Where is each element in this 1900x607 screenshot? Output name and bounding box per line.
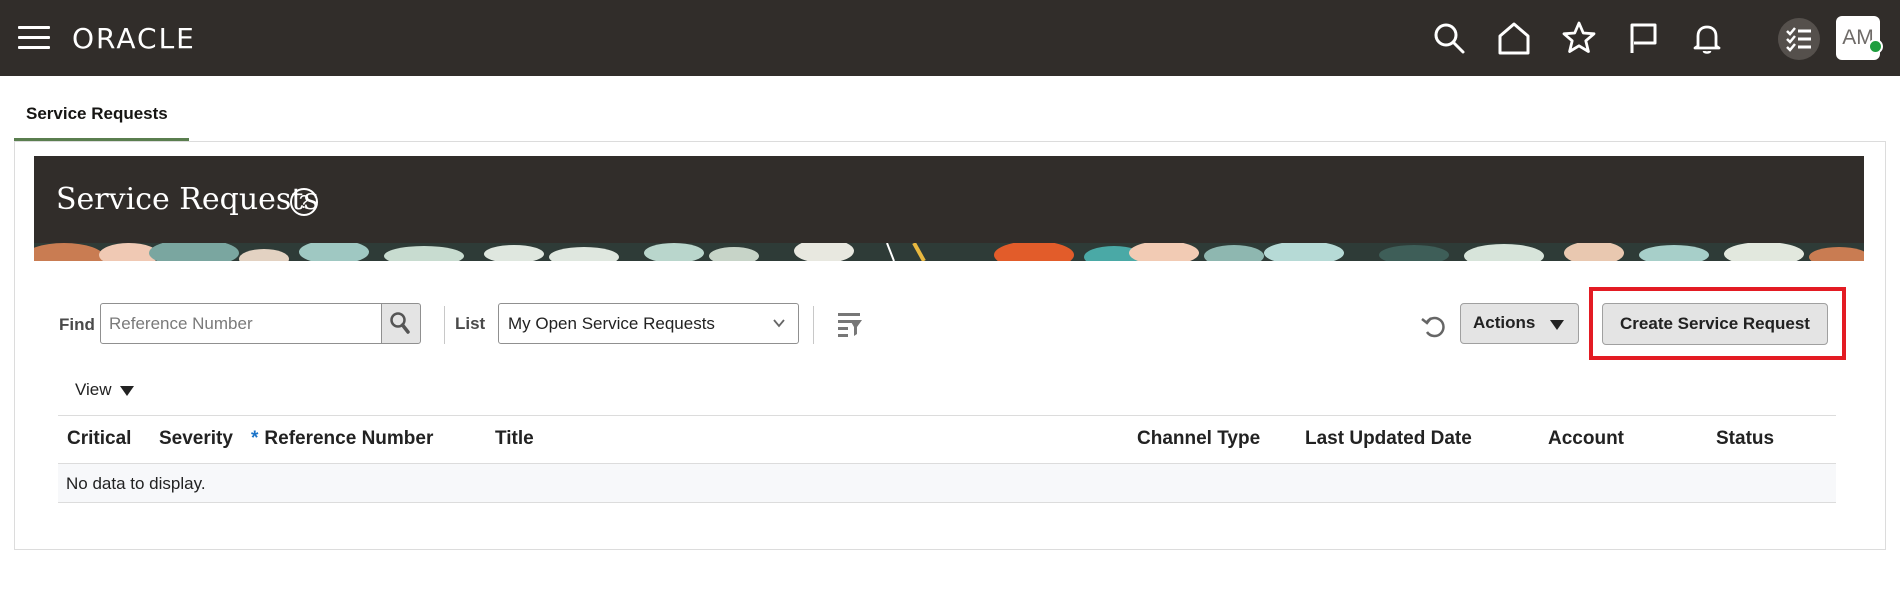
list-label: List: [455, 314, 486, 333]
tasks-icon[interactable]: [1778, 18, 1820, 60]
home-icon[interactable]: [1495, 19, 1533, 57]
column-header-label: Reference Number: [264, 428, 434, 449]
actions-label: Actions: [1473, 313, 1536, 332]
online-status-dot: [1868, 39, 1883, 54]
column-header-channel-type[interactable]: Channel Type: [1137, 428, 1260, 450]
table-empty-row: No data to display.: [58, 463, 1836, 503]
reference-number-search-input[interactable]: [100, 303, 382, 344]
tab-service-requests[interactable]: Service Requests: [14, 92, 189, 142]
saved-search-list-select[interactable]: My Open Service Requests: [498, 303, 799, 344]
find-label: Find: [59, 315, 95, 334]
toolbar-separator: [813, 306, 814, 344]
chevron-down-icon: [773, 319, 785, 328]
refresh-icon[interactable]: [1418, 310, 1450, 342]
column-header-status[interactable]: Status: [1716, 428, 1774, 450]
dropdown-triangle-icon: [1550, 320, 1564, 330]
oracle-logo[interactable]: ORACLE: [72, 22, 196, 55]
help-icon[interactable]: ?: [290, 188, 318, 216]
column-header-reference-number[interactable]: * Reference Number: [251, 428, 433, 450]
actions-menu-button[interactable]: Actions: [1460, 303, 1579, 344]
search-icon[interactable]: [1430, 19, 1468, 57]
column-header-last-updated-date[interactable]: Last Updated Date: [1305, 428, 1472, 450]
dropdown-triangle-icon: [119, 385, 134, 396]
column-header-account[interactable]: Account: [1548, 428, 1624, 450]
banner-decorative-art: [34, 243, 1864, 261]
create-service-request-button[interactable]: Create Service Request: [1602, 303, 1828, 345]
column-header-critical[interactable]: Critical: [67, 428, 131, 450]
search-icon: [390, 312, 410, 334]
navigator-menu-icon[interactable]: [18, 26, 50, 50]
toolbar-separator: [444, 306, 445, 344]
column-header-title[interactable]: Title: [495, 428, 534, 450]
search-button[interactable]: [381, 303, 421, 344]
table-top-border: [58, 415, 1836, 416]
user-avatar[interactable]: AM: [1836, 16, 1883, 60]
column-header-severity[interactable]: Severity: [159, 428, 233, 450]
page-banner: Service Requests ?: [34, 156, 1864, 261]
required-marker: *: [251, 428, 259, 449]
flag-icon[interactable]: [1624, 19, 1662, 57]
notifications-bell-icon[interactable]: [1688, 19, 1726, 57]
page-title: Service Requests: [56, 182, 319, 217]
view-menu[interactable]: View: [75, 380, 134, 400]
no-data-message: No data to display.: [66, 474, 206, 493]
favorites-star-icon[interactable]: [1560, 19, 1598, 57]
view-label: View: [75, 380, 112, 399]
list-selected-value: My Open Service Requests: [508, 314, 715, 333]
advanced-search-icon[interactable]: [836, 310, 864, 340]
global-header: ORACLE AM: [0, 0, 1900, 76]
